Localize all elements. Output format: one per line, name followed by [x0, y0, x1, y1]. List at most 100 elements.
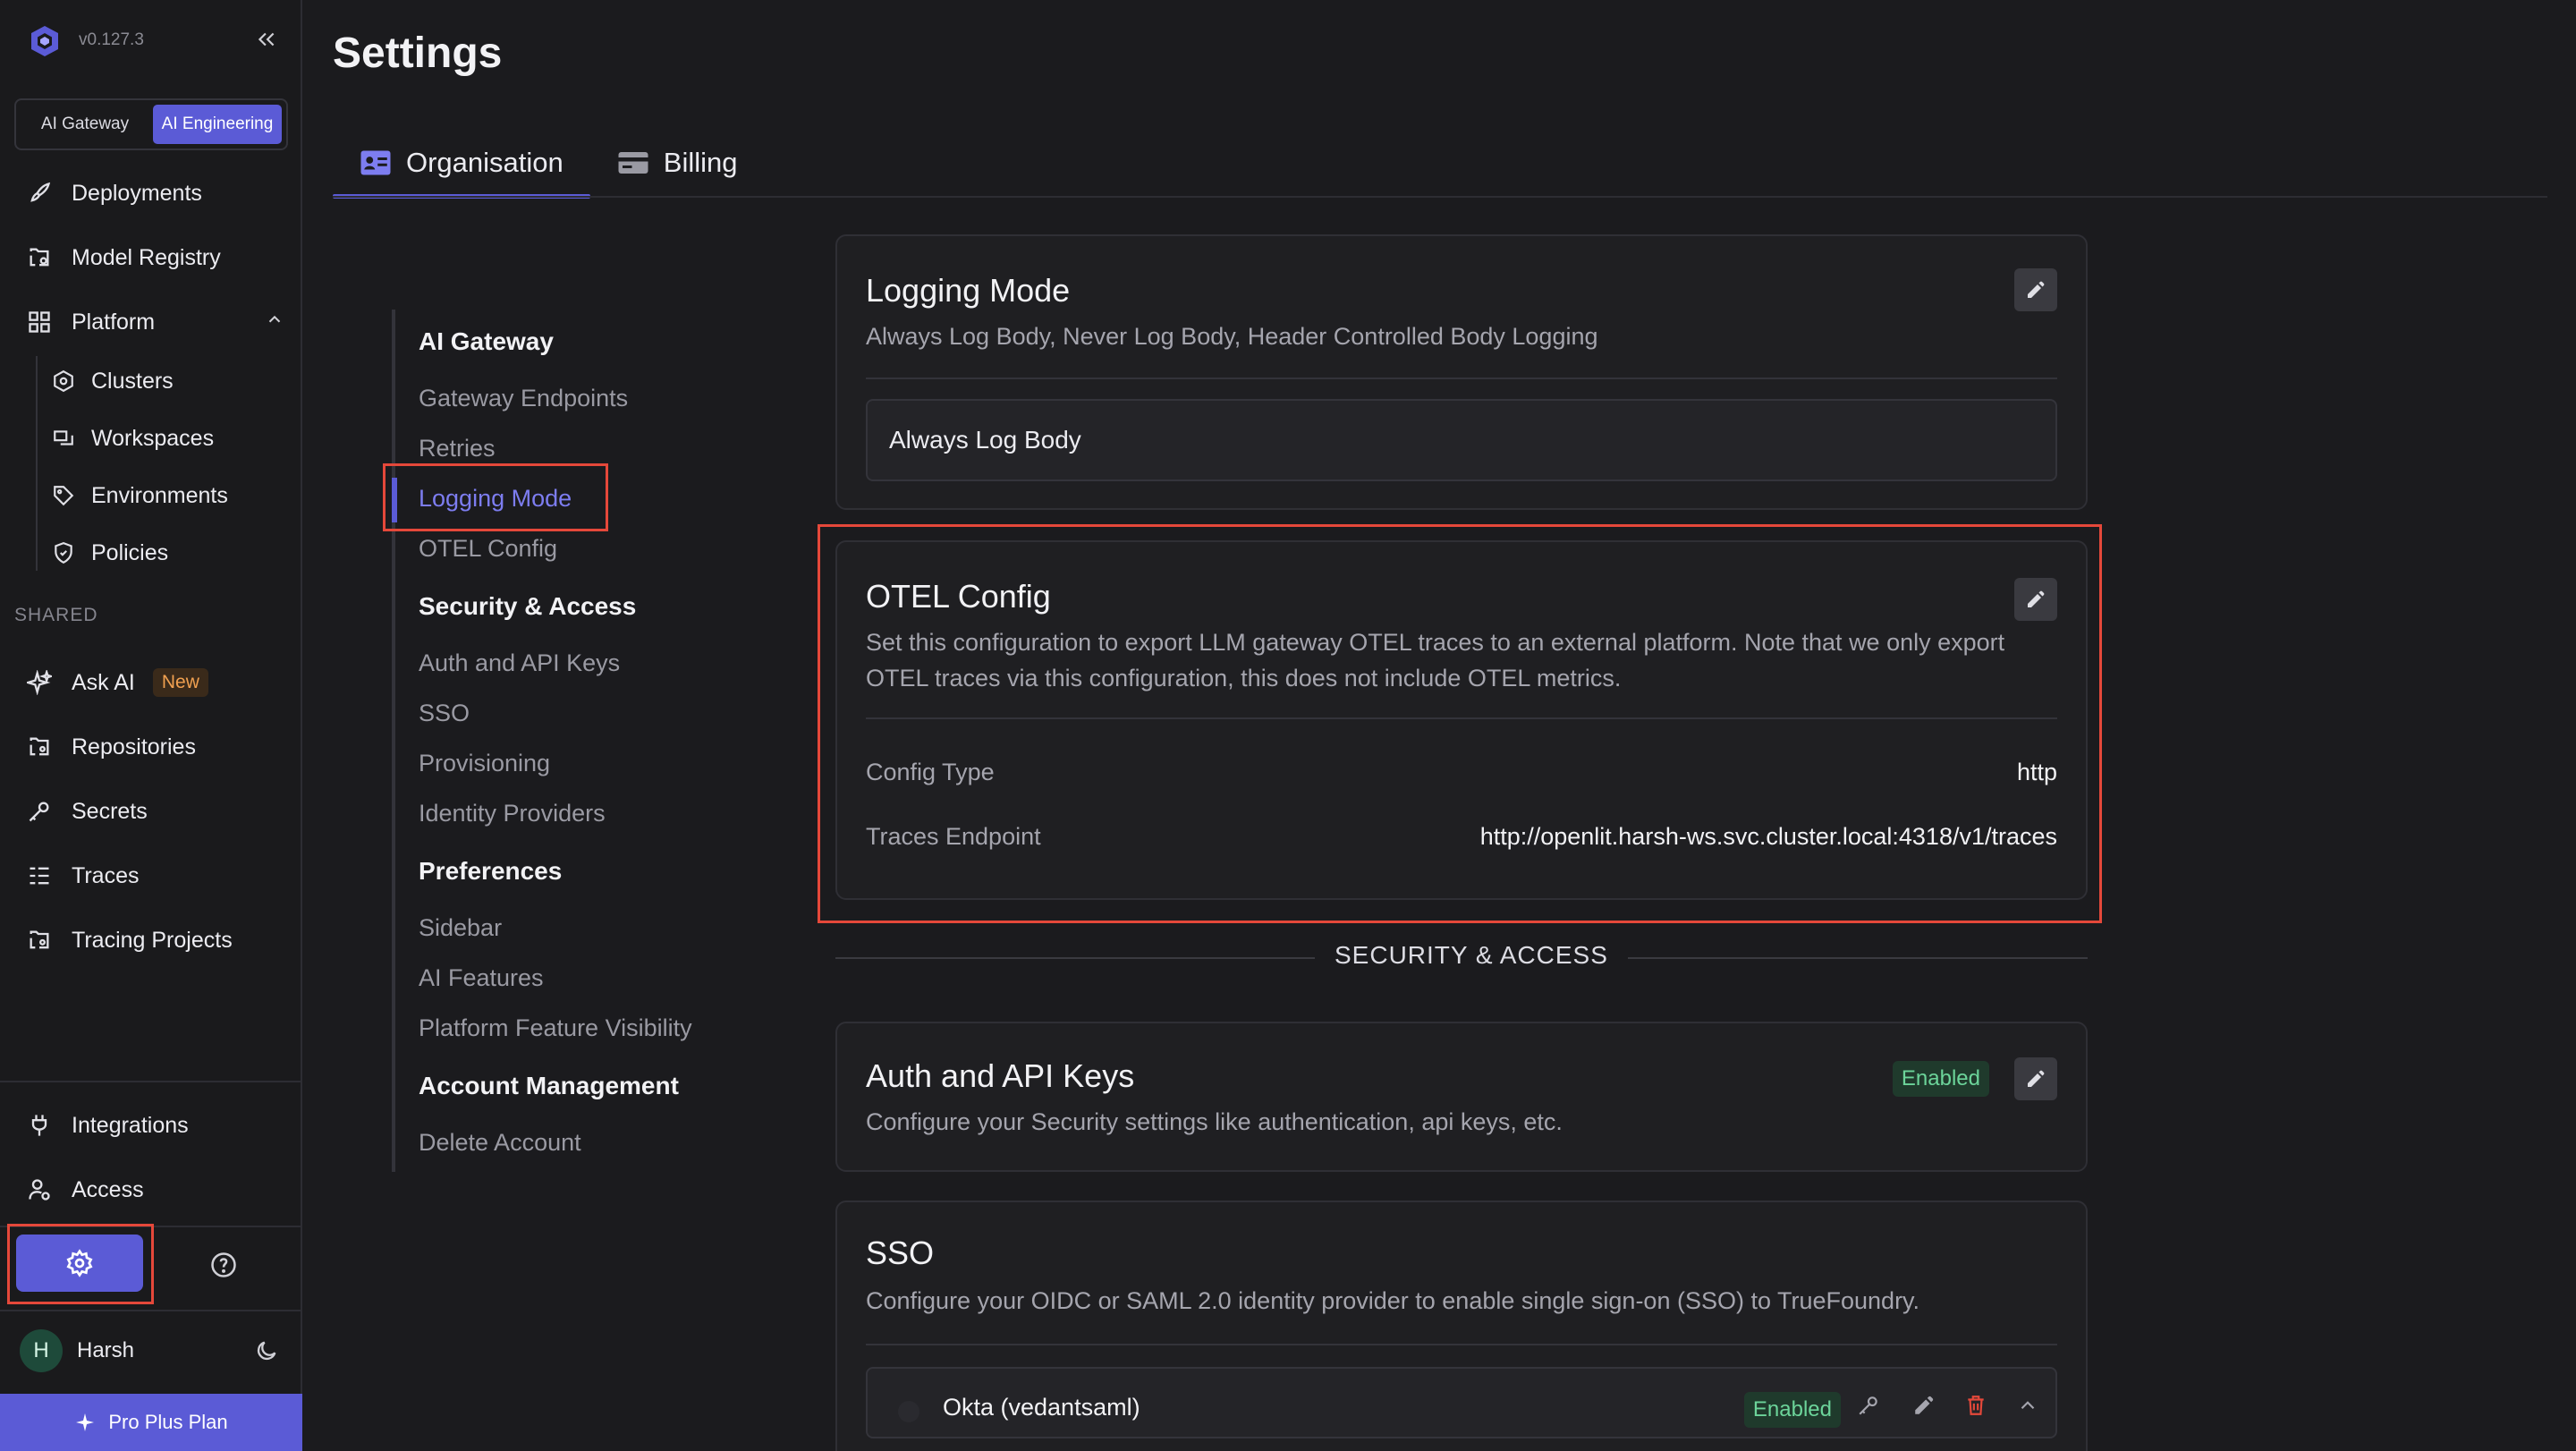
id-card-icon — [360, 150, 391, 175]
nav-access[interactable]: Access — [25, 1168, 144, 1211]
chevron-up-icon[interactable] — [2016, 1394, 2039, 1421]
toc-item-ai-features[interactable]: AI Features — [419, 964, 544, 992]
nav-label: Platform — [72, 309, 156, 335]
plan-banner[interactable]: Pro Plus Plan — [0, 1394, 302, 1451]
logging-mode-value: Always Log Body — [866, 399, 2057, 481]
nav-clusters[interactable]: Clusters — [50, 361, 174, 401]
sidebar: v0.127.3 AI Gateway AI Engineering Deplo… — [0, 0, 302, 1451]
model-registry-icon — [25, 243, 54, 272]
tab-label: Organisation — [406, 147, 564, 178]
nav-label: Secrets — [72, 798, 148, 824]
nav-label: Tracing Projects — [72, 927, 233, 953]
status-badge: Enabled — [1892, 1061, 1989, 1097]
key-icon[interactable] — [1857, 1394, 1880, 1421]
toc-item-sso[interactable]: SSO — [419, 700, 470, 727]
nav-label: Integrations — [72, 1112, 189, 1138]
moon-icon — [257, 1341, 276, 1361]
page-title: Settings — [333, 30, 503, 77]
avatar: H — [20, 1329, 63, 1372]
nav-model-registry[interactable]: Model Registry — [25, 236, 221, 279]
mode-toggle: AI Gateway AI Engineering — [14, 98, 288, 150]
rocket-icon — [25, 179, 54, 208]
toc-track — [392, 310, 395, 1172]
toc-item-sidebar[interactable]: Sidebar — [419, 914, 502, 942]
toc-heading-preferences[interactable]: Preferences — [419, 857, 562, 886]
truefoundry-logo-icon[interactable] — [27, 23, 63, 59]
pencil-icon — [2028, 1070, 2045, 1087]
platform-subnav-line — [36, 356, 38, 571]
sso-provider-row[interactable]: Okta (vedantsaml) Enabled — [866, 1367, 2057, 1438]
nav-traces[interactable]: Traces — [25, 854, 139, 897]
help-button[interactable] — [202, 1245, 245, 1285]
nav-secrets[interactable]: Secrets — [25, 790, 148, 833]
cluster-icon — [50, 368, 77, 395]
otel-config-highlight — [818, 524, 2102, 923]
app-version: v0.127.3 — [79, 30, 144, 49]
theme-toggle-button[interactable] — [250, 1335, 283, 1367]
card-description: Configure your Security settings like au… — [866, 1108, 1563, 1135]
nav-environments[interactable]: Environments — [50, 476, 228, 515]
tag-icon — [50, 482, 77, 509]
pencil-icon — [2028, 281, 2045, 298]
trash-icon[interactable] — [1964, 1394, 1987, 1421]
edit-auth-api-keys-button[interactable] — [2014, 1057, 2057, 1100]
sso-provider-name: Okta (vedantsaml) — [943, 1394, 1140, 1421]
chevron-up-icon[interactable] — [265, 310, 284, 335]
card-title: Logging Mode — [866, 272, 1071, 309]
repository-icon — [25, 733, 54, 761]
help-circle-icon — [211, 1252, 236, 1277]
card-divider — [866, 378, 2057, 379]
section-label-security-access: SECURITY & ACCESS — [1315, 941, 1628, 970]
chevrons-left-icon — [258, 32, 275, 47]
nav-tracing-projects[interactable]: Tracing Projects — [25, 919, 233, 962]
nav-label: Model Registry — [72, 244, 221, 270]
toc-item-platform-feature-visibility[interactable]: Platform Feature Visibility — [419, 1014, 692, 1042]
toc-heading-account-management[interactable]: Account Management — [419, 1072, 679, 1100]
nav-label: Clusters — [91, 368, 174, 394]
toc-item-otel-config[interactable]: OTEL Config — [419, 535, 557, 563]
sso-card: SSO Configure your OIDC or SAML 2.0 iden… — [835, 1201, 2088, 1451]
mode-ai-gateway-button[interactable]: AI Gateway — [21, 105, 149, 144]
shield-icon — [50, 539, 77, 566]
nav-integrations[interactable]: Integrations — [25, 1104, 189, 1147]
nav-label: Repositories — [72, 734, 196, 759]
toc-item-identity-providers[interactable]: Identity Providers — [419, 800, 606, 827]
toc-item-gateway-endpoints[interactable]: Gateway Endpoints — [419, 385, 628, 412]
toc-item-retries[interactable]: Retries — [419, 435, 496, 462]
nav-label: Access — [72, 1176, 144, 1202]
nav-platform[interactable]: Platform — [25, 301, 284, 344]
user-name: Harsh — [77, 1338, 135, 1362]
nav-label: Policies — [91, 539, 169, 565]
nav-deployments[interactable]: Deployments — [25, 172, 202, 215]
collapse-sidebar-button[interactable] — [250, 23, 283, 55]
mode-ai-engineering-button[interactable]: AI Engineering — [153, 105, 282, 144]
toc-item-provisioning[interactable]: Provisioning — [419, 750, 550, 777]
toc-item-delete-account[interactable]: Delete Account — [419, 1129, 581, 1157]
edit-logging-mode-button[interactable] — [2014, 268, 2057, 311]
nav-label: Environments — [91, 482, 228, 508]
card-divider — [866, 1344, 2057, 1345]
plug-icon — [25, 1111, 54, 1140]
toc-heading-security-access[interactable]: Security & Access — [419, 592, 636, 621]
shared-section-label: SHARED — [14, 605, 98, 625]
toc-heading-ai-gateway[interactable]: AI Gateway — [419, 327, 554, 356]
sidebar-divider — [0, 1081, 302, 1082]
card-title: Auth and API Keys — [866, 1057, 1135, 1094]
toc-logging-mode-highlight — [383, 463, 608, 531]
settings-button-highlight — [7, 1224, 154, 1304]
tab-billing[interactable]: Billing — [590, 127, 765, 199]
nav-label: Workspaces — [91, 425, 215, 451]
toc-item-auth-api-keys[interactable]: Auth and API Keys — [419, 649, 620, 677]
auth-api-keys-card: Auth and API Keys Configure your Securit… — [835, 1022, 2088, 1172]
tab-label: Billing — [663, 147, 738, 178]
nav-ask-ai[interactable]: Ask AI New — [25, 661, 208, 704]
nav-workspaces[interactable]: Workspaces — [50, 419, 214, 458]
grid-icon — [25, 308, 54, 336]
card-description: Configure your OIDC or SAML 2.0 identity… — [866, 1287, 1920, 1314]
new-badge: New — [152, 668, 208, 697]
pencil-icon[interactable] — [1912, 1394, 1936, 1421]
nav-repositories[interactable]: Repositories — [25, 726, 196, 768]
tab-organisation[interactable]: Organisation — [333, 127, 590, 199]
user-profile[interactable]: H Harsh — [20, 1329, 134, 1372]
nav-policies[interactable]: Policies — [50, 533, 168, 573]
